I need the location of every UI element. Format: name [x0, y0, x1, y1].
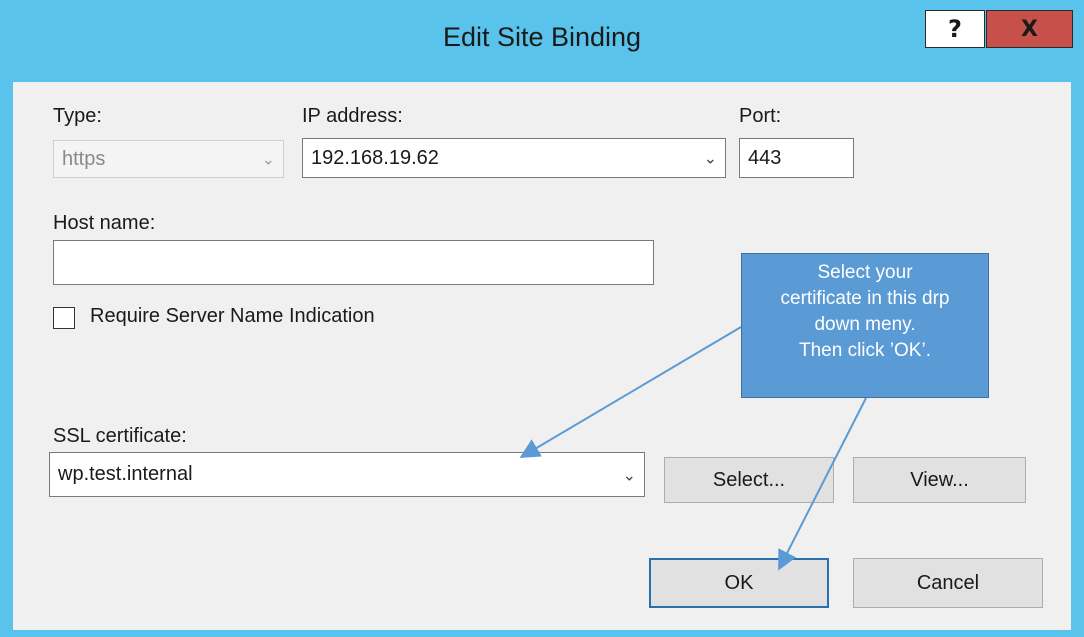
arrow-to-ssl-select — [519, 326, 742, 459]
callout-line: Then click ’OK’. — [799, 340, 931, 361]
callout-line: down meny. — [814, 314, 916, 335]
annotation-callout: Select your certificate in this drp down… — [741, 253, 989, 398]
callout-line: Select your — [817, 262, 913, 283]
callout-line: certificate in this drp — [780, 288, 950, 309]
arrow-to-ok-button — [778, 397, 867, 571]
dialog-window: Edit Site Binding ? X Type: https ⌄ IP a… — [0, 0, 1084, 637]
